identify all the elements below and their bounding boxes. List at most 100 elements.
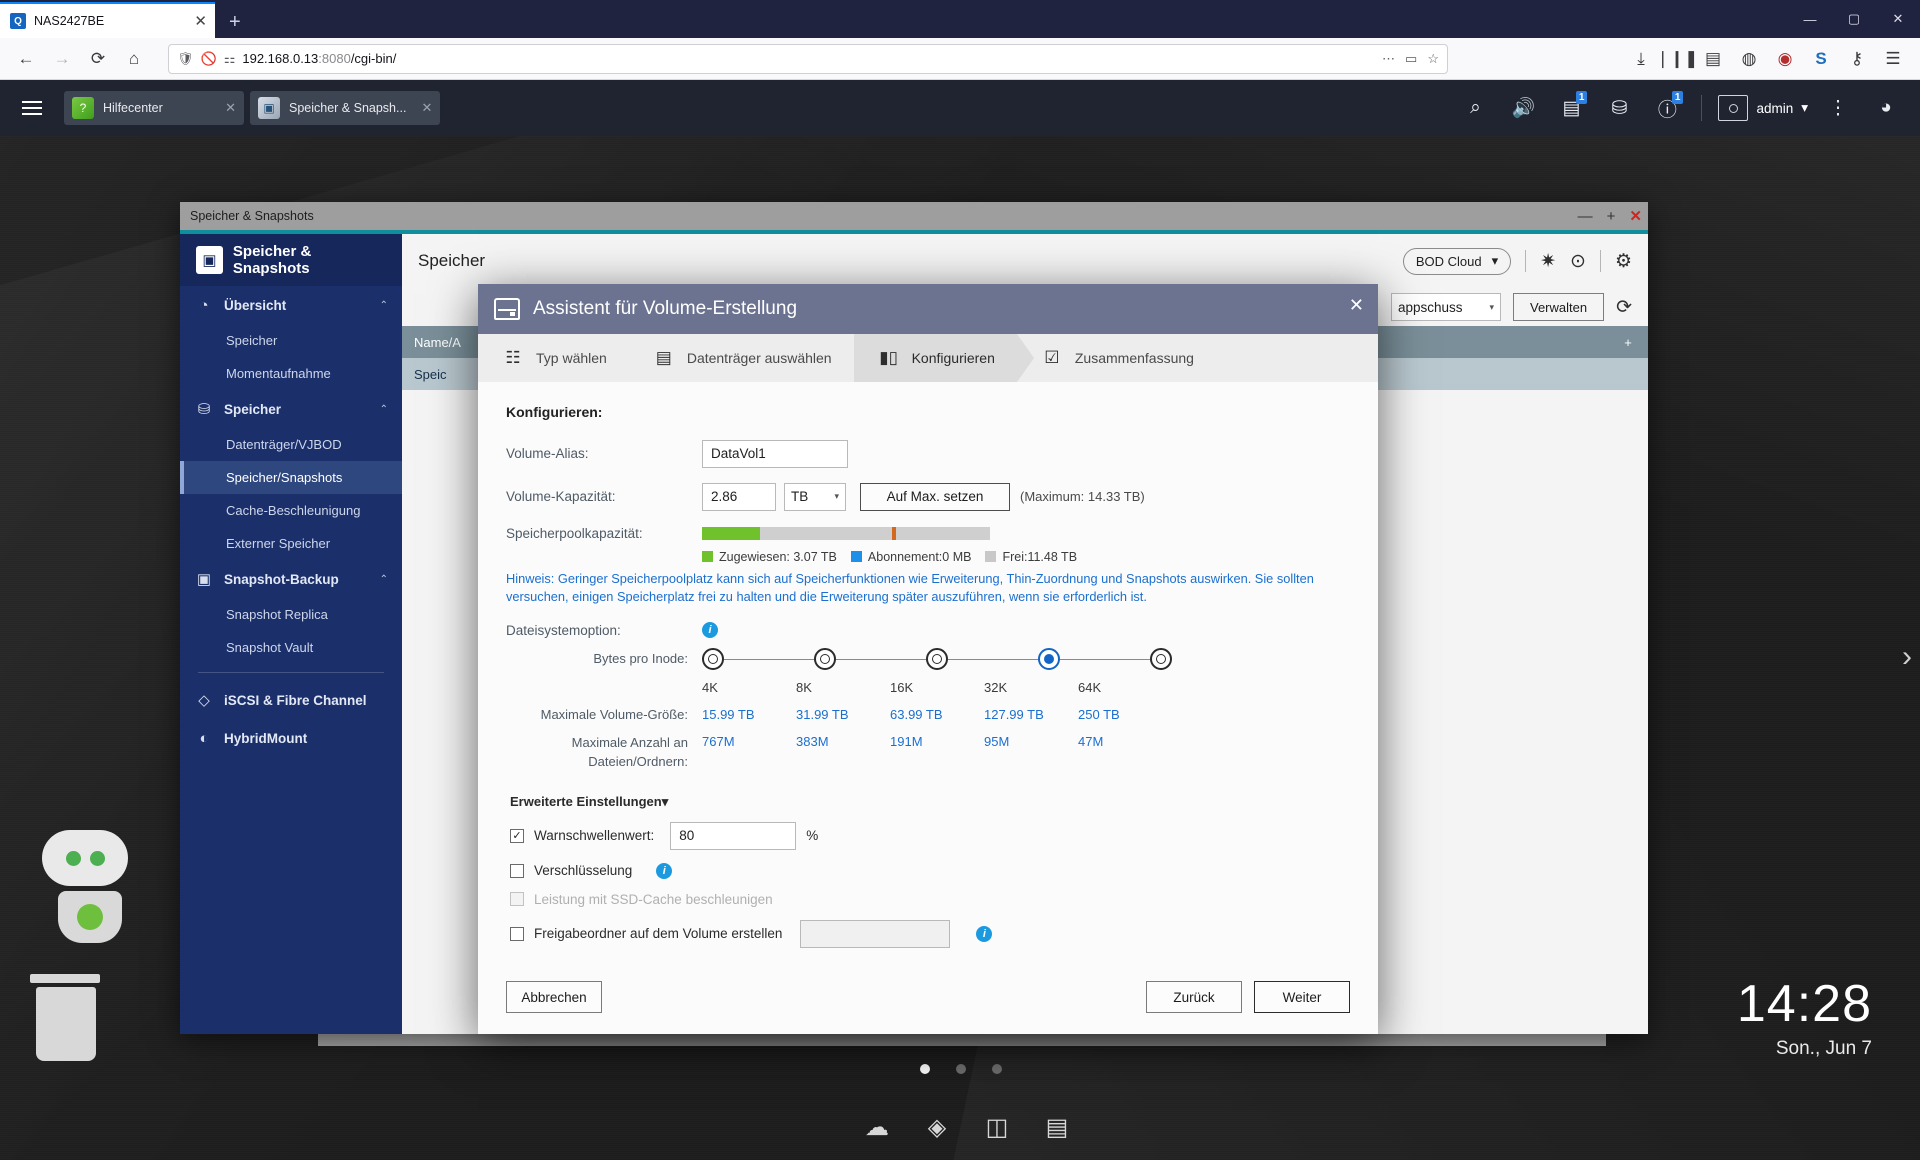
more-options-icon[interactable]: ⋮ [1816, 88, 1860, 128]
close-icon[interactable]: ✕ [219, 100, 236, 116]
back-icon[interactable]: ← [10, 44, 42, 74]
reload-icon[interactable]: ⟳ [82, 44, 114, 74]
help-icon[interactable]: ⊙ [1570, 250, 1586, 273]
encryption-checkbox[interactable] [510, 864, 524, 878]
sidebar-item-snapshot-vault[interactable]: Snapshot Vault [180, 631, 402, 664]
pager-dot-1[interactable] [920, 1064, 930, 1074]
shield-extension-icon[interactable]: ◉ [1768, 44, 1802, 74]
capacity-unit-dropdown[interactable]: TB ▾ [784, 483, 846, 511]
info-icon[interactable]: i [702, 622, 718, 638]
maximize-icon[interactable]: + [1607, 208, 1616, 225]
minimize-icon[interactable]: — [1788, 12, 1832, 27]
menu-icon[interactable]: ☰ [1876, 44, 1910, 74]
sidebar-item-speicher[interactable]: Speicher [180, 324, 402, 357]
shared-folder-checkbox[interactable] [510, 927, 524, 941]
s-extension-icon[interactable]: S [1804, 44, 1838, 74]
warning-threshold-input[interactable] [670, 822, 796, 850]
sidebar-group-speicher[interactable]: ⛁ Speicher ⌃ [180, 390, 402, 428]
add-column-icon[interactable]: + [1608, 335, 1648, 350]
search-icon[interactable]: ⌕ [1453, 88, 1497, 128]
new-tab-button[interactable]: + [215, 12, 255, 38]
notifications-icon[interactable]: ⓘ1 [1645, 88, 1689, 128]
pager-dot-2[interactable] [956, 1064, 966, 1074]
maximize-icon[interactable]: ▢ [1832, 11, 1876, 27]
close-window-icon[interactable]: ✕ [1876, 11, 1920, 27]
reader-mode-icon[interactable]: ▭ [1405, 51, 1417, 67]
main-menu-icon[interactable] [12, 88, 52, 128]
inode-option-32k[interactable] [1038, 648, 1060, 670]
page-actions-icon[interactable]: ⋯ [1382, 51, 1395, 67]
volume-icon[interactable]: 🔊 [1501, 88, 1545, 128]
notes-icon[interactable]: ▤ [1040, 1110, 1074, 1144]
info-icon[interactable]: i [656, 863, 672, 879]
close-icon[interactable]: ✕ [415, 100, 432, 116]
snapshot-dropdown[interactable]: appschuss ▾ [1391, 293, 1501, 321]
chevron-down-icon: ▾ [834, 491, 839, 502]
cancel-button[interactable]: Abbrechen [506, 981, 602, 1013]
refresh-icon[interactable]: ⟳ [1616, 296, 1632, 319]
warning-threshold-checkbox[interactable]: ✓ [510, 829, 524, 843]
minimize-icon[interactable]: — [1578, 208, 1593, 225]
sidebar-item-externer-speicher[interactable]: Externer Speicher [180, 527, 402, 560]
trash-icon[interactable] [30, 974, 102, 1060]
qts-taskbar-tab-hilfecenter[interactable]: ? Hilfecenter ✕ [64, 91, 244, 125]
wizard-step-konfigurieren[interactable]: ▮▯ Konfigurieren [854, 334, 1017, 382]
qts-taskbar-tab-storage[interactable]: ▣ Speicher & Snapsh... ✕ [250, 91, 440, 125]
url-bar[interactable]: 🛡 🚫 ⚏ 192.168.0.13:8080/cgi-bin/ ⋯ ▭ ☆ [168, 44, 1448, 74]
sidebar-item-hybridmount[interactable]: ◐ HybridMount [180, 719, 402, 757]
advanced-settings-toggle[interactable]: Erweiterte Einstellungen▾ [510, 794, 1350, 810]
forward-icon[interactable]: → [46, 44, 78, 74]
url-host: 192.168.0.13 [242, 51, 318, 66]
panel-expand-icon[interactable]: › [1902, 640, 1912, 674]
sidebar-item-speicher-snapshots[interactable]: Speicher/Snapshots [180, 461, 402, 494]
inode-slider[interactable] [702, 648, 1172, 670]
account-icon[interactable]: ◍ [1732, 44, 1766, 74]
close-icon[interactable]: ✕ [194, 14, 207, 29]
inode-option-64k[interactable] [1150, 648, 1172, 670]
inode-option-8k[interactable] [814, 648, 836, 670]
background-tasks-icon[interactable]: ▤1 [1549, 88, 1593, 128]
cloud-icon[interactable]: ☁ [860, 1110, 894, 1144]
back-button[interactable]: Zurück [1146, 981, 1242, 1013]
next-button[interactable]: Weiter [1254, 981, 1350, 1013]
manage-button[interactable]: Verwalten [1513, 293, 1604, 321]
jbod-cloud-dropdown[interactable]: BOD Cloud ▾ [1403, 248, 1511, 275]
gear-icon[interactable]: ⚙ [1615, 250, 1632, 273]
pager-dot-3[interactable] [992, 1064, 1002, 1074]
external-device-icon[interactable]: ⛁ [1597, 88, 1641, 128]
dashboard-icon[interactable]: ◕ [1864, 88, 1908, 128]
sidebar-item-momentaufnahme[interactable]: Momentaufnahme [180, 357, 402, 390]
close-icon[interactable]: ✕ [1349, 296, 1364, 314]
info-icon[interactable]: i [976, 926, 992, 942]
set-max-button[interactable]: Auf Max. setzen [860, 483, 1010, 511]
key-icon[interactable]: ⚷ [1840, 44, 1874, 74]
qnap-logo-icon: Q [10, 13, 26, 29]
sidebar-item-snapshot-replica[interactable]: Snapshot Replica [180, 598, 402, 631]
home-icon[interactable]: ⌂ [118, 44, 150, 74]
permissions-icon[interactable]: ⚏ [224, 51, 236, 67]
sidebar-group-snapshot-backup[interactable]: ▣ Snapshot-Backup ⌃ [180, 560, 402, 598]
library-icon[interactable]: ❘❙❚ [1660, 44, 1694, 74]
shared-folder-name-input[interactable] [800, 920, 950, 948]
browser-tab[interactable]: Q NAS2427BE ✕ [0, 2, 215, 38]
volume-capacity-input[interactable] [702, 483, 776, 511]
magic-wand-icon[interactable]: ✷ [1540, 250, 1556, 273]
wizard-step-typ-waehlen[interactable]: ☷ Typ wählen [478, 334, 629, 382]
bookmark-icon[interactable]: ☆ [1427, 51, 1439, 67]
inode-option-16k[interactable] [926, 648, 948, 670]
volume-alias-input[interactable] [702, 440, 848, 468]
download-icon[interactable]: ⤓ [1624, 44, 1658, 74]
pause-icon[interactable]: ◫ [980, 1110, 1014, 1144]
desktop-pager[interactable] [920, 1064, 1002, 1074]
user-menu[interactable]: admin ▾ [1714, 95, 1812, 121]
wizard-step-zusammenfassung[interactable]: ☑ Zusammenfassung [1017, 334, 1216, 382]
inode-option-4k[interactable] [702, 648, 724, 670]
shield-icon[interactable]: ◈ [920, 1110, 954, 1144]
sidebar-item-datentraeger-vjbod[interactable]: Datenträger/VJBOD [180, 428, 402, 461]
wizard-step-datentraeger-auswaehlen[interactable]: ▤ Datenträger auswählen [629, 334, 854, 382]
sidebar-group-uebersicht[interactable]: ◔ Übersicht ⌃ [180, 286, 402, 324]
sidebar-item-iscsi-fibre-channel[interactable]: ◇ iSCSI & Fibre Channel [180, 681, 402, 719]
sidebar-icon[interactable]: ▤ [1696, 44, 1730, 74]
close-icon[interactable]: ✕ [1629, 207, 1642, 225]
sidebar-item-cache-beschleunigung[interactable]: Cache-Beschleunigung [180, 494, 402, 527]
